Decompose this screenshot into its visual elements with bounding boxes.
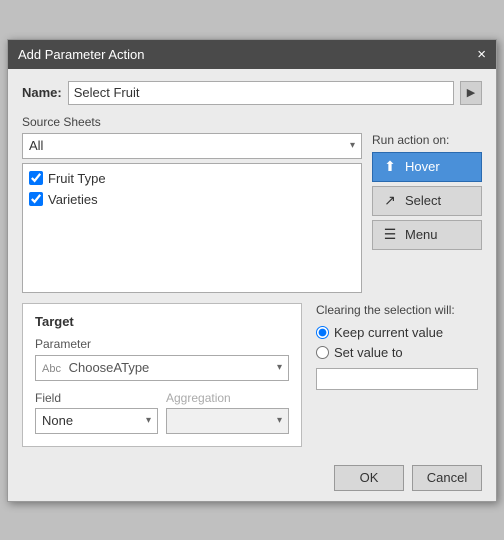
menu-button[interactable]: ☰ Menu: [372, 220, 482, 250]
target-panel: Target Parameter Abc ChooseAType ▾ Field…: [22, 303, 302, 447]
arrow-icon: ▶: [467, 86, 475, 99]
parameter-dropdown[interactable]: Abc ChooseAType ▾: [35, 355, 289, 381]
varieties-checkbox[interactable]: [29, 192, 43, 206]
param-chevron-icon: ▾: [277, 362, 282, 373]
fruit-type-label: Fruit Type: [48, 171, 106, 186]
close-button[interactable]: ×: [477, 47, 486, 62]
abc-badge: Abc: [42, 363, 61, 375]
add-parameter-action-dialog: Add Parameter Action × Name: ▶ Source Sh…: [7, 39, 497, 502]
menu-label: Menu: [405, 227, 438, 242]
hover-label: Hover: [405, 159, 440, 174]
name-row: Name: ▶: [22, 81, 482, 105]
aggregation-dropdown[interactable]: ▾: [166, 408, 289, 434]
dialog-title: Add Parameter Action: [18, 47, 144, 62]
sheets-dropdown[interactable]: All ▾: [22, 133, 362, 159]
field-dropdown[interactable]: None ▾: [35, 408, 158, 434]
field-agg-row: Field None ▾ Aggregation ▾: [35, 391, 289, 434]
title-bar: Add Parameter Action ×: [8, 40, 496, 69]
select-icon: ↗: [381, 192, 399, 209]
chevron-down-icon: ▾: [350, 140, 355, 151]
name-arrow-button[interactable]: ▶: [460, 81, 482, 105]
varieties-label: Varieties: [48, 192, 98, 207]
param-dropdown-content: Abc ChooseAType: [42, 360, 149, 375]
set-value-label: Set value to: [334, 345, 403, 360]
right-panel: Run action on: ⬆ Hover ↗ Select ☰ Menu: [372, 133, 482, 293]
sheets-list: Fruit Type Varieties: [22, 163, 362, 293]
name-label: Name:: [22, 85, 62, 100]
parameter-label: Parameter: [35, 337, 289, 351]
field-value: None: [42, 413, 73, 428]
set-value-radio[interactable]: [316, 346, 329, 359]
keep-current-radio[interactable]: [316, 326, 329, 339]
run-action-label: Run action on:: [372, 133, 482, 147]
list-item: Fruit Type: [27, 168, 357, 189]
target-title: Target: [35, 314, 289, 329]
dialog-body: Name: ▶ Source Sheets All ▾ Fr: [8, 69, 496, 457]
select-label: Select: [405, 193, 441, 208]
source-sheets-label: Source Sheets: [22, 115, 482, 129]
fruit-type-checkbox[interactable]: [29, 171, 43, 185]
set-value-input[interactable]: [316, 368, 478, 390]
clearing-label: Clearing the selection will:: [316, 303, 478, 317]
main-content: All ▾ Fruit Type Varieties Run: [22, 133, 482, 293]
field-col: Field None ▾: [35, 391, 158, 434]
list-item: Varieties: [27, 189, 357, 210]
hover-button[interactable]: ⬆ Hover: [372, 152, 482, 182]
ok-button[interactable]: OK: [334, 465, 404, 491]
param-value: ChooseAType: [69, 360, 150, 375]
agg-chevron-icon: ▾: [277, 415, 282, 426]
footer-buttons: OK Cancel: [8, 457, 496, 501]
select-button[interactable]: ↗ Select: [372, 186, 482, 216]
set-value-row: Set value to: [316, 345, 478, 360]
bottom-section: Target Parameter Abc ChooseAType ▾ Field…: [22, 303, 482, 447]
clearing-panel: Clearing the selection will: Keep curren…: [312, 303, 482, 390]
cancel-button[interactable]: Cancel: [412, 465, 482, 491]
hover-icon: ⬆: [381, 158, 399, 175]
aggregation-label: Aggregation: [166, 391, 289, 405]
agg-col: Aggregation ▾: [166, 391, 289, 434]
left-panel: All ▾ Fruit Type Varieties: [22, 133, 362, 293]
keep-current-row: Keep current value: [316, 325, 478, 340]
keep-current-label: Keep current value: [334, 325, 443, 340]
sheets-dropdown-value: All: [29, 138, 43, 153]
field-chevron-icon: ▾: [146, 415, 151, 426]
menu-icon: ☰: [381, 226, 399, 243]
name-input[interactable]: [68, 81, 454, 105]
field-label: Field: [35, 391, 158, 405]
